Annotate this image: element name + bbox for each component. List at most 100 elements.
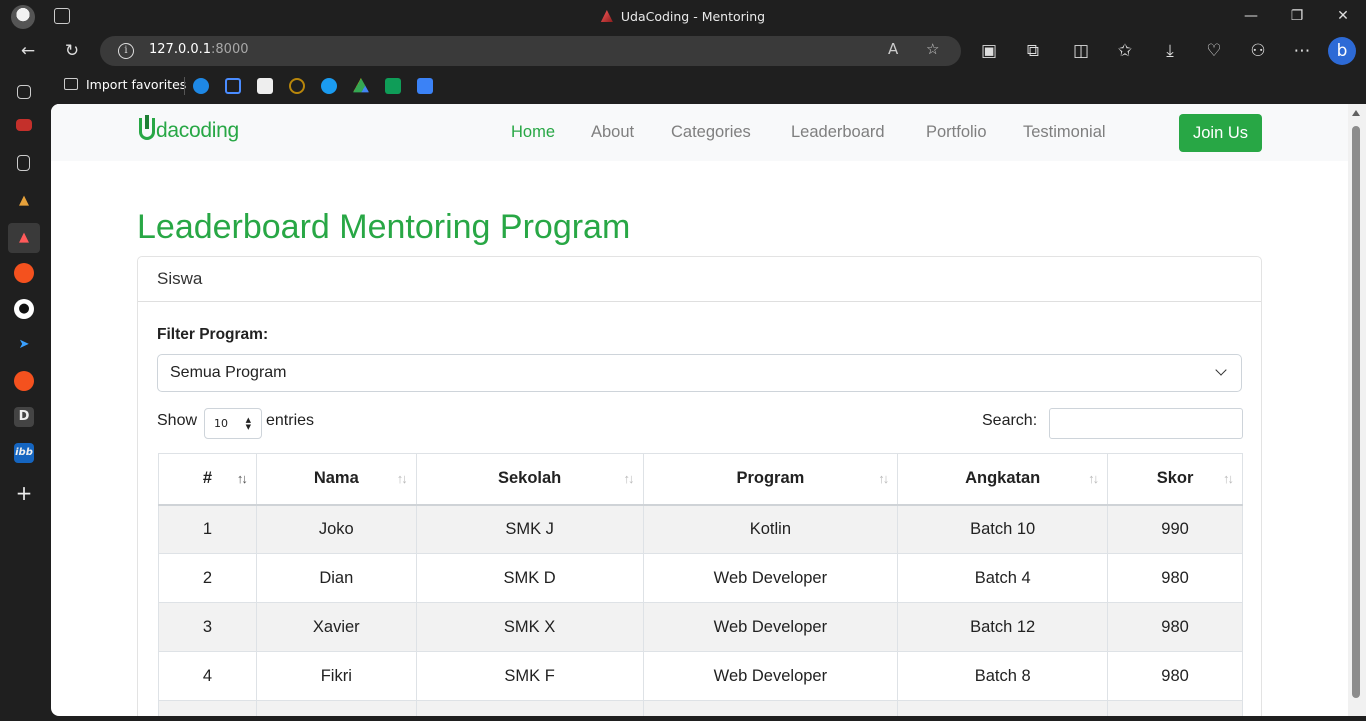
join-us-button[interactable]: Join Us: [1179, 114, 1262, 152]
nav-categories[interactable]: Categories: [671, 123, 751, 142]
table-cell: SMK J: [415, 504, 644, 554]
add-app-icon[interactable]: +: [14, 483, 34, 503]
downloads-icon[interactable]: ⤓: [1155, 37, 1185, 65]
show-label: Show: [157, 412, 198, 429]
site-info-icon[interactable]: i: [118, 43, 134, 59]
sheets-icon[interactable]: [385, 78, 401, 94]
title-bar: UdaCoding - Mentoring — ❐ ✕: [0, 0, 1366, 33]
leaderboard-card: Siswa Filter Program: Semua Program Show…: [137, 256, 1262, 716]
column-header-label: Program: [736, 469, 805, 488]
bing-icon[interactable]: b: [1328, 37, 1356, 65]
site-logo[interactable]: dacoding: [139, 115, 239, 148]
table-row: 4 Fikri SMK F Web Developer Batch 8 980: [158, 651, 1243, 701]
favorite-check-icon[interactable]: [321, 78, 337, 94]
browser-toolbar: ← ↻ i 127.0.0.1:8000 A ☆ ▣ ⧉ ◫ ✩ ⤓ ♡ ⚇ ⋯…: [0, 33, 1366, 69]
favorites-bar: Import favorites: [0, 69, 1366, 103]
read-aloud-icon[interactable]: A: [888, 40, 898, 58]
extensions-game-icon[interactable]: ▣: [974, 37, 1004, 65]
favorites-divider: [184, 77, 185, 95]
favorite-1-icon[interactable]: [193, 78, 209, 94]
select-updown-icon: ▲ ▼: [245, 416, 251, 431]
column-header[interactable]: Program ↑↓: [642, 453, 899, 506]
minimize-button[interactable]: —: [1228, 0, 1274, 33]
table-cell: Dian: [255, 553, 417, 603]
table-cell: SMK D: [415, 553, 644, 603]
close-window-button[interactable]: ✕: [1320, 0, 1366, 33]
nav-portfolio[interactable]: Portfolio: [926, 123, 987, 142]
column-header-label: Skor: [1156, 469, 1194, 488]
maximize-button[interactable]: ❐: [1274, 0, 1320, 33]
table-cell: [897, 700, 1109, 716]
app-pma-icon[interactable]: ▲: [14, 191, 34, 211]
favorite-c-icon[interactable]: [289, 78, 305, 94]
extensions-icon[interactable]: ⧉: [1018, 37, 1048, 65]
search-input[interactable]: [1049, 408, 1243, 439]
table-cell: [255, 700, 417, 716]
favorites-icon[interactable]: ✩: [1110, 37, 1140, 65]
favorite-user-icon[interactable]: [417, 78, 433, 94]
favorite-flag-icon[interactable]: [225, 78, 241, 94]
column-header[interactable]: Sekolah ↑↓: [415, 453, 644, 506]
nav-testimonial[interactable]: Testimonial: [1023, 123, 1106, 142]
column-header[interactable]: Skor ↑↓: [1107, 453, 1243, 506]
table-cell: 990: [1107, 504, 1243, 554]
column-header[interactable]: # ↑↓: [158, 453, 257, 506]
table-cell: 2: [158, 553, 257, 603]
table-row: 1 Joko SMK J Kotlin Batch 10 990: [158, 504, 1243, 554]
favorite-star-icon[interactable]: ☆: [926, 40, 939, 58]
app-orange-1-icon[interactable]: [14, 263, 34, 283]
edge-sidebar: ▲ ▲ ● ➤ D ibb +: [0, 77, 50, 721]
table-cell: Xavier: [255, 602, 417, 652]
nav-home[interactable]: Home: [511, 123, 555, 142]
column-header-label: Angkatan: [965, 469, 1041, 488]
column-header-label: Sekolah: [497, 469, 562, 488]
tab-favicon-icon: [600, 10, 613, 22]
url-text[interactable]: 127.0.0.1:8000: [149, 42, 249, 57]
app-d-icon[interactable]: D: [14, 407, 34, 427]
split-screen-icon[interactable]: ◫: [1066, 37, 1096, 65]
table-cell: [158, 700, 257, 716]
more-menu-icon[interactable]: ⋯: [1287, 37, 1317, 65]
program-filter-select[interactable]: Semua Program: [157, 354, 1242, 392]
tab-actions-icon[interactable]: [17, 85, 31, 99]
table-cell: Batch 4: [897, 553, 1109, 603]
card-header: Siswa: [138, 257, 1261, 302]
table-cell: 980: [1107, 651, 1243, 701]
app-bird-icon[interactable]: ➤: [14, 335, 34, 355]
udacoding-app-icon[interactable]: ▲: [8, 223, 40, 253]
github-icon[interactable]: ●: [14, 299, 34, 319]
table-cell: 980: [1107, 553, 1243, 603]
drive-icon[interactable]: [353, 78, 369, 93]
table-cell: Fikri: [255, 651, 417, 701]
document-icon[interactable]: [17, 155, 30, 171]
scroll-up-icon[interactable]: [1352, 110, 1360, 116]
import-favorites-link[interactable]: Import favorites: [64, 77, 186, 92]
page-scrollbar[interactable]: [1348, 104, 1366, 716]
nav-about[interactable]: About: [591, 123, 634, 142]
sort-arrows-icon: ↑↓: [623, 471, 635, 486]
column-header[interactable]: Angkatan ↑↓: [897, 453, 1109, 506]
table-cell: Batch 12: [897, 602, 1109, 652]
page-length-select[interactable]: 10 ▲ ▼: [204, 408, 262, 439]
app-orange-2-icon[interactable]: [14, 371, 34, 391]
youtube-icon[interactable]: [16, 119, 32, 131]
window-title: UdaCoding - Mentoring: [0, 9, 1366, 24]
copilot-share-icon[interactable]: ⚇: [1243, 37, 1273, 65]
table-cell: 1: [158, 504, 257, 554]
column-header[interactable]: Nama ↑↓: [255, 453, 417, 506]
table-cell: 3: [158, 602, 257, 652]
favorite-3-icon[interactable]: [257, 78, 273, 94]
scrollbar-thumb[interactable]: [1352, 126, 1360, 698]
nav-leaderboard[interactable]: Leaderboard: [791, 123, 885, 142]
table-cell: [642, 700, 899, 716]
back-icon[interactable]: ←: [13, 37, 43, 65]
chevron-down-icon: [1215, 364, 1227, 376]
page-title: Leaderboard Mentoring Program: [137, 208, 631, 246]
address-bar[interactable]: i 127.0.0.1:8000 A ☆: [100, 36, 961, 66]
app-ibb-icon[interactable]: ibb: [14, 443, 34, 463]
table-row: 2 Dian SMK D Web Developer Batch 4 980: [158, 553, 1243, 603]
sort-arrows-icon: ↑↓: [396, 471, 408, 486]
browser-essentials-icon[interactable]: ♡: [1199, 37, 1229, 65]
filter-program-label: Filter Program:: [157, 326, 269, 343]
refresh-icon[interactable]: ↻: [57, 37, 87, 65]
